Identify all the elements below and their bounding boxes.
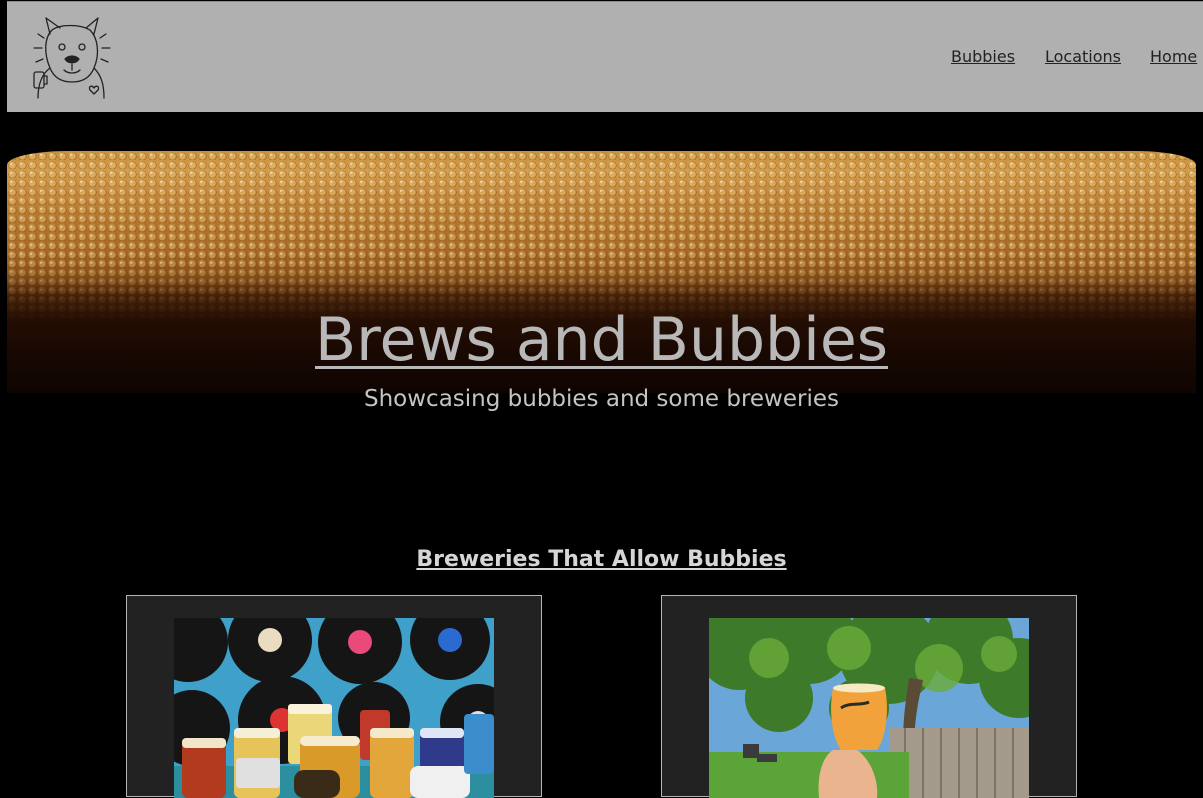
site-header: Bubbies Locations Home [7,1,1203,112]
records-and-beer-flight-photo[interactable] [174,618,494,798]
bulldog-logo[interactable] [24,14,112,100]
hero-title-link[interactable]: Brews and Bubbies [0,304,1203,376]
brewery-card [661,595,1077,798]
brewery-card [126,595,542,798]
nav-bubbies-link[interactable]: Bubbies [951,47,1015,66]
beer-glass-in-garden-photo[interactable] [709,618,1029,798]
breweries-section-heading: Breweries That Allow Bubbies [416,547,787,572]
nav-home-link[interactable]: Home [1150,47,1197,66]
nav-locations-link[interactable]: Locations [1045,47,1121,66]
hero-subtitle: Showcasing bubbies and some breweries [363,386,839,412]
